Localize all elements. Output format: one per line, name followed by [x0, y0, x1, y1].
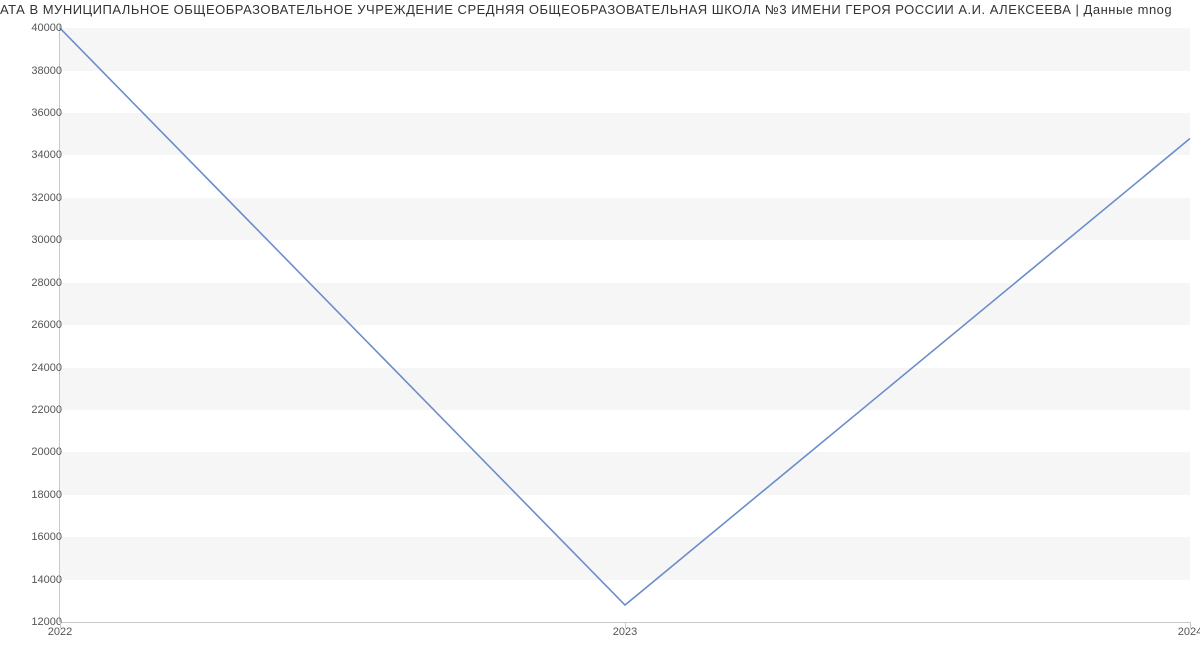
- y-tick-label: 18000: [31, 489, 62, 501]
- y-tick-label: 38000: [31, 65, 62, 77]
- y-tick-label: 36000: [31, 107, 62, 119]
- y-tick-label: 14000: [31, 574, 62, 586]
- y-tick-label: 20000: [31, 446, 62, 458]
- y-tick-label: 26000: [31, 319, 62, 331]
- y-tick-label: 24000: [31, 362, 62, 374]
- y-tick-label: 40000: [31, 22, 62, 34]
- x-tick-mark: [60, 622, 61, 628]
- y-tick-label: 34000: [31, 149, 62, 161]
- y-tick-label: 22000: [31, 404, 62, 416]
- plot-area: [60, 24, 1190, 622]
- x-tick-label: 2024: [1178, 626, 1200, 638]
- y-tick-label: 16000: [31, 531, 62, 543]
- line-series: [60, 24, 1190, 622]
- x-tick-mark: [625, 622, 626, 628]
- y-tick-label: 28000: [31, 277, 62, 289]
- y-tick-label: 30000: [31, 234, 62, 246]
- chart-title: АТА В МУНИЦИПАЛЬНОЕ ОБЩЕОБРАЗОВАТЕЛЬНОЕ …: [0, 2, 1200, 17]
- x-tick-mark: [1190, 622, 1191, 628]
- y-tick-label: 32000: [31, 192, 62, 204]
